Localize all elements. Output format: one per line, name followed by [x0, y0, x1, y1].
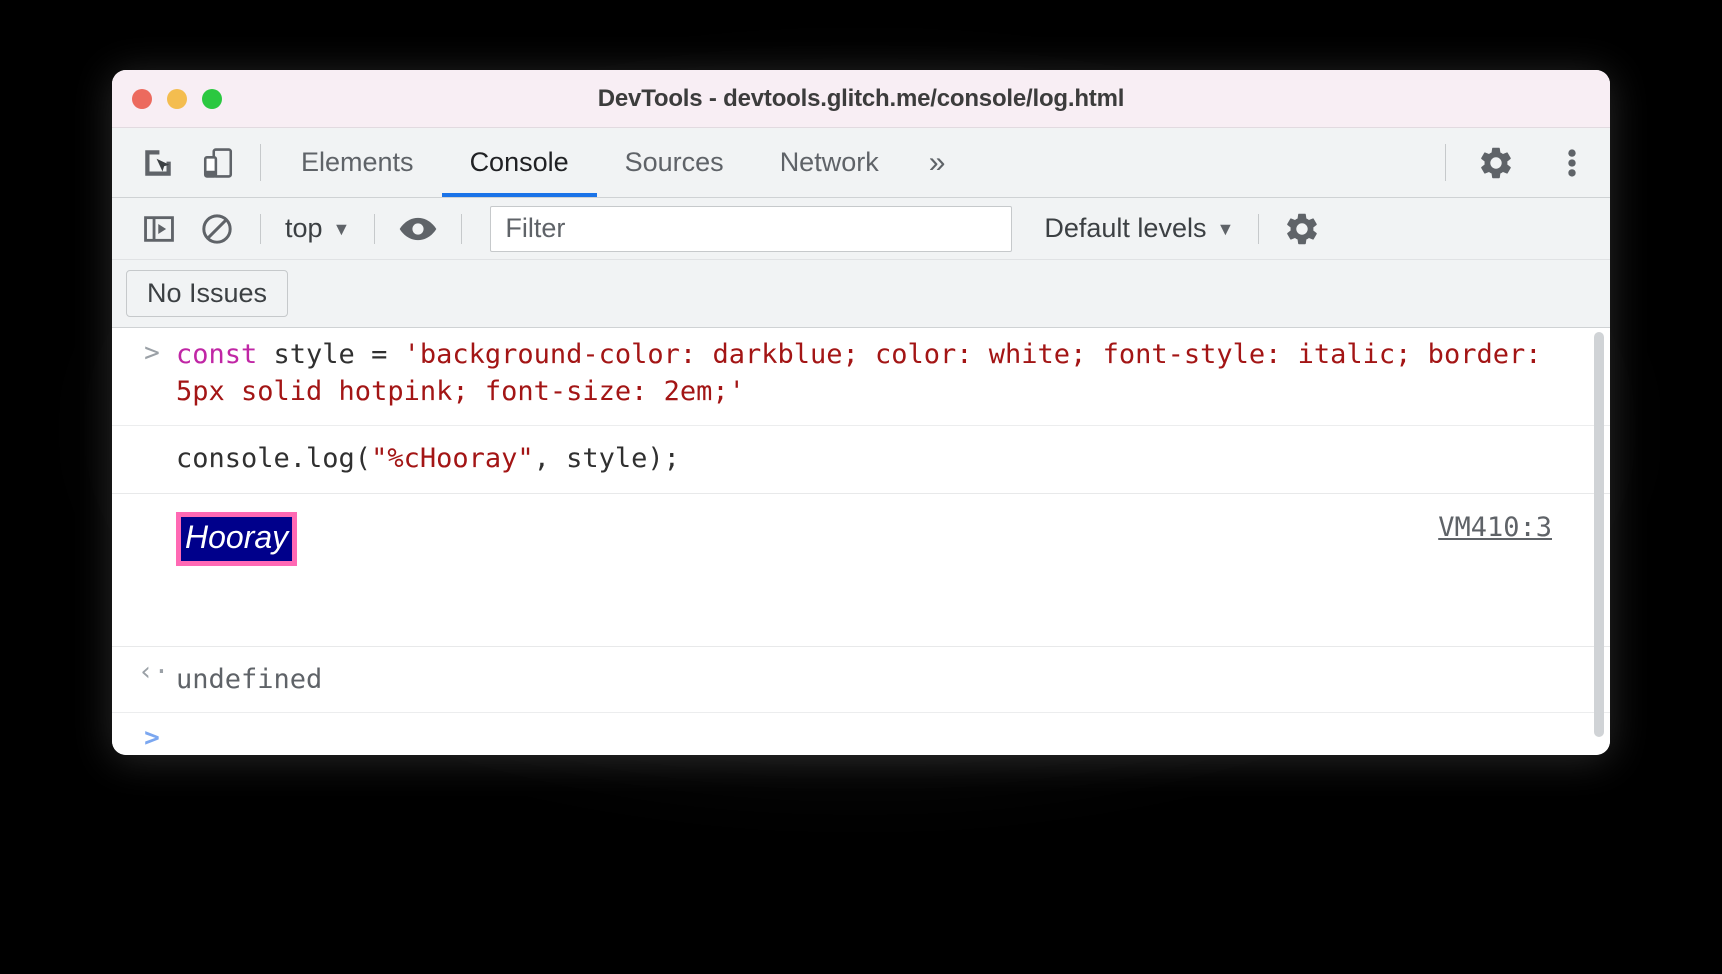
input-prompt-chevron-icon: >: [144, 338, 160, 368]
console-result-value: undefined: [176, 663, 323, 695]
tab-sources[interactable]: Sources: [597, 128, 752, 197]
console-toolbar: top ▼ Default levels ▼: [112, 198, 1610, 260]
window-title: DevTools - devtools.glitch.me/console/lo…: [597, 84, 1125, 112]
log-levels-selector[interactable]: Default levels ▼: [1034, 213, 1244, 244]
title-bar: DevTools - devtools.glitch.me/console/lo…: [112, 70, 1610, 128]
no-issues-button[interactable]: No Issues: [126, 270, 289, 317]
devtools-tab-bar: Elements Console Sources Network »: [112, 128, 1610, 198]
minimize-window-button[interactable]: [167, 88, 187, 109]
console-settings-gear-icon[interactable]: [1273, 200, 1331, 258]
close-window-button[interactable]: [132, 88, 152, 109]
kebab-menu-icon[interactable]: [1534, 128, 1610, 197]
chevron-down-icon: ▼: [1216, 218, 1235, 239]
console-toolbar-divider-4: [1258, 213, 1260, 244]
console-styled-output-row: Hooray VM410:3: [112, 494, 1610, 647]
console-toolbar-divider-1: [260, 213, 261, 244]
console-scrollbar[interactable]: [1594, 332, 1604, 747]
console-scrollbar-thumb[interactable]: [1594, 332, 1604, 737]
search-input[interactable]: [490, 205, 1013, 252]
tabbar-divider-left: [260, 144, 261, 181]
console-logcall-code: console.log("%cHooray", style);: [176, 440, 1570, 477]
console-input-code: const style = 'background-color: darkblu…: [176, 336, 1570, 415]
console-toolbar-divider-2: [374, 213, 376, 244]
execution-context-label: top: [285, 213, 323, 243]
console-logcall-row: console.log("%cHooray", style);: [112, 426, 1610, 494]
console-input-echo-row: > const style = 'background-color: darkb…: [112, 328, 1610, 426]
inspect-cursor-icon[interactable]: [128, 128, 188, 197]
tab-elements[interactable]: Elements: [273, 128, 442, 197]
source-location-link[interactable]: VM410:3: [1438, 512, 1552, 543]
devtools-window: DevTools - devtools.glitch.me/console/lo…: [112, 70, 1610, 755]
result-arrow-icon: ‹·: [138, 656, 170, 687]
execution-context-selector[interactable]: top ▼: [275, 213, 360, 244]
code-keyword: const: [176, 339, 258, 370]
screenshot-stage: DevTools - devtools.glitch.me/console/lo…: [0, 0, 1722, 974]
tabbar-divider-right: [1445, 144, 1446, 181]
styled-log-output: Hooray: [176, 511, 298, 566]
console-message-list: > const style = 'background-color: darkb…: [112, 328, 1610, 755]
device-toolbar-icon[interactable]: [188, 128, 248, 197]
traffic-lights: [132, 88, 222, 109]
live-expression-eye-icon[interactable]: [389, 200, 447, 258]
maximize-window-button[interactable]: [202, 88, 222, 109]
more-tabs-chevron-icon[interactable]: »: [907, 128, 968, 197]
console-result-row: ‹· undefined: [112, 647, 1610, 713]
chevron-down-icon: ▼: [332, 218, 351, 239]
prompt-chevron-icon: >: [144, 723, 160, 753]
console-toolbar-divider-3: [461, 213, 463, 244]
code-call-after: , style);: [533, 442, 680, 474]
log-levels-label: Default levels: [1044, 213, 1207, 243]
console-prompt-row[interactable]: >: [112, 713, 1610, 751]
code-assignment: style =: [257, 339, 404, 370]
code-format-string: "%cHooray": [371, 442, 534, 474]
tab-network[interactable]: Network: [752, 128, 907, 197]
console-sidebar-icon[interactable]: [130, 200, 188, 258]
tabbar-spacer: [967, 128, 1433, 197]
tab-console[interactable]: Console: [442, 128, 597, 197]
gear-icon[interactable]: [1458, 128, 1534, 197]
clear-console-icon[interactable]: [188, 200, 246, 258]
issues-bar: No Issues: [112, 260, 1610, 328]
code-call-before: console.log(: [176, 442, 372, 474]
